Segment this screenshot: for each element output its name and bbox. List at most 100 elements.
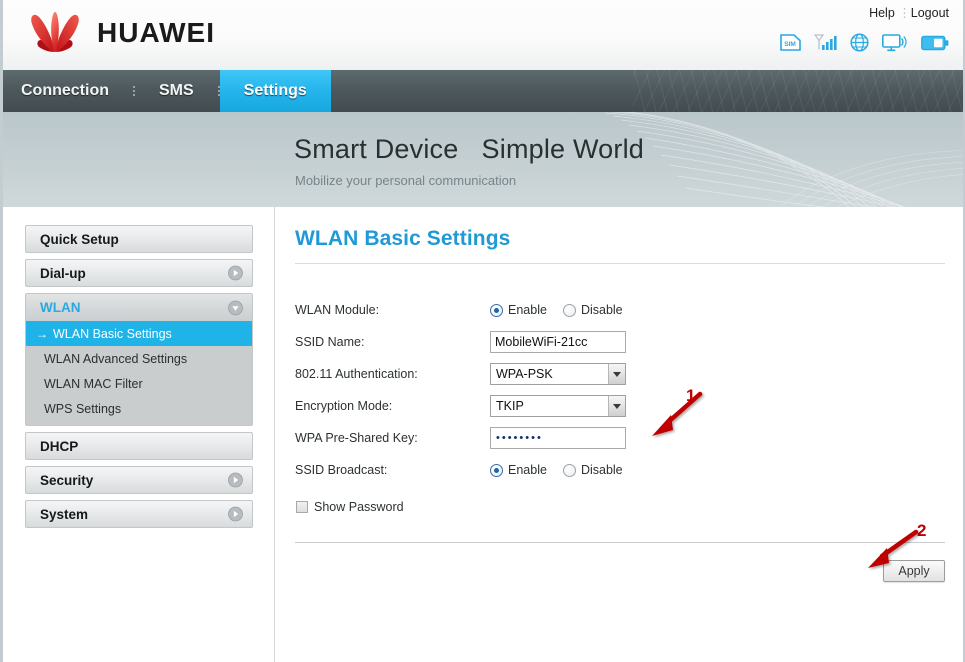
sidebar-item-wlan-mac-filter[interactable]: WLAN MAC Filter [26, 371, 252, 396]
huawei-router-admin-page: HUAWEI Help ⋮ Logout SIM Connection SMS … [0, 0, 965, 662]
sidebar-item-wlan-label: WLAN [40, 300, 81, 315]
wlan-module-enable-option[interactable]: Enable [490, 303, 547, 317]
main-navigation: Connection SMS Settings [3, 70, 963, 112]
wpa-key-label: WPA Pre-Shared Key: [295, 431, 418, 445]
nav-tab-connection[interactable]: Connection [3, 70, 133, 112]
ssid-name-input[interactable] [490, 331, 626, 353]
form-row-encryption-mode: Encryption Mode: TKIP [295, 390, 947, 422]
chevron-down-icon[interactable] [608, 396, 625, 416]
nav-tab-connection-label: Connection [21, 82, 109, 99]
sidebar-menu: Quick Setup Dial-up WLAN → WLAN Basic Se… [25, 225, 253, 534]
show-password-label: Show Password [314, 500, 404, 514]
ssid-name-label: SSID Name: [295, 335, 365, 349]
sidebar-content-divider [274, 207, 275, 662]
authentication-label: 802.11 Authentication: [295, 367, 418, 381]
encryption-mode-selected-value: TKIP [496, 399, 524, 413]
encryption-mode-label: Encryption Mode: [295, 399, 393, 413]
title-separator [295, 263, 945, 264]
sidebar-item-wlan[interactable]: WLAN [25, 293, 253, 321]
show-password-row[interactable]: Show Password [296, 500, 947, 514]
nav-tab-sms[interactable]: SMS [135, 70, 218, 112]
chevron-down-circle-icon [228, 300, 243, 315]
ssid-broadcast-enable-label: Enable [508, 463, 547, 477]
sidebar-item-dhcp[interactable]: DHCP [25, 432, 253, 460]
banner-title: Smart Device Simple World [294, 134, 644, 164]
ssid-broadcast-enable-option[interactable]: Enable [490, 463, 547, 477]
sim-card-icon: SIM [780, 34, 801, 51]
huawei-flower-logo-icon [31, 12, 79, 53]
ssid-broadcast-enable-radio[interactable] [490, 463, 503, 477]
wlan-module-disable-option[interactable]: Disable [562, 303, 623, 317]
form-actions: Apply [295, 560, 945, 582]
sidebar-item-system[interactable]: System [25, 500, 253, 528]
main-content: WLAN Basic Settings WLAN Module: Enable … [295, 227, 947, 582]
sidebar-item-wlan-basic-settings[interactable]: → WLAN Basic Settings [26, 321, 252, 346]
ssid-broadcast-disable-radio[interactable] [562, 463, 576, 477]
sidebar-item-wps-settings-label: WPS Settings [44, 401, 122, 416]
sidebar-item-wlan-basic-settings-label: WLAN Basic Settings [53, 326, 172, 341]
form-row-wpa-key: WPA Pre-Shared Key: •••••••• [295, 422, 947, 454]
logout-link[interactable]: Logout [911, 6, 949, 20]
sidebar-item-wlan-advanced-settings-label: WLAN Advanced Settings [44, 351, 188, 366]
wpa-pre-shared-key-field[interactable]: •••••••• [490, 427, 626, 449]
show-password-checkbox[interactable] [296, 501, 308, 513]
ssid-broadcast-radio-group: Enable Disable [490, 463, 623, 477]
authentication-select[interactable]: WPA-PSK [490, 363, 626, 385]
help-link[interactable]: Help [869, 6, 895, 20]
chevron-right-circle-icon [228, 506, 243, 522]
wlan-module-label: WLAN Module: [295, 303, 380, 317]
annotation-number-1: 1 [686, 386, 696, 405]
sidebar-item-wlan-advanced-settings[interactable]: WLAN Advanced Settings [26, 346, 252, 371]
sidebar-item-security-label: Security [40, 472, 94, 488]
wlan-module-disable-radio[interactable] [562, 303, 576, 317]
status-icon-bar: SIM [780, 33, 949, 52]
link-separator: ⋮ [898, 6, 911, 20]
apply-button[interactable]: Apply [883, 560, 945, 582]
wlan-module-enable-radio[interactable] [490, 303, 503, 317]
form-row-authentication: 802.11 Authentication: WPA-PSK [295, 358, 947, 390]
ssid-broadcast-disable-option[interactable]: Disable [562, 463, 623, 477]
wpa-key-masked-value: •••••••• [496, 431, 543, 444]
ssid-broadcast-disable-label: Disable [580, 463, 623, 477]
signal-bars-icon [814, 34, 837, 50]
header-links: Help ⋮ Logout [869, 5, 949, 20]
banner-subtitle: Mobilize your personal communication [295, 173, 517, 188]
sidebar-item-dial-up[interactable]: Dial-up [25, 259, 253, 287]
annotation-number-2: 2 [917, 521, 927, 540]
battery-icon [921, 35, 949, 50]
page-title: WLAN Basic Settings [295, 227, 511, 250]
page-body: Quick Setup Dial-up WLAN → WLAN Basic Se… [3, 207, 963, 662]
wlan-module-radio-group: Enable Disable [490, 303, 623, 317]
hero-banner: Smart Device Simple World Mobilize your … [3, 112, 963, 207]
chevron-down-icon[interactable] [608, 364, 625, 384]
encryption-mode-select[interactable]: TKIP [490, 395, 626, 417]
nav-tab-settings[interactable]: Settings [219, 70, 331, 112]
form-row-ssid-broadcast: SSID Broadcast: Enable Disable [295, 454, 947, 486]
form-row-ssid-name: SSID Name: [295, 326, 947, 358]
ssid-broadcast-label: SSID Broadcast: [295, 463, 388, 477]
form-bottom-separator [295, 542, 945, 543]
svg-text:SIM: SIM [784, 41, 796, 48]
nav-tab-sms-label: SMS [159, 82, 194, 99]
selected-arrow-icon: → [36, 326, 48, 341]
wifi-monitor-icon [882, 33, 907, 51]
wlan-module-enable-label: Enable [508, 303, 547, 317]
brand-logo: HUAWEI [25, 10, 215, 56]
sidebar-item-dhcp-label: DHCP [40, 438, 79, 454]
sidebar-item-wps-settings[interactable]: WPS Settings [26, 396, 252, 421]
nav-tab-settings-label: Settings [243, 82, 307, 99]
form-row-wlan-module: WLAN Module: Enable Disable [295, 294, 947, 326]
sidebar-item-security[interactable]: Security [25, 466, 253, 494]
wlan-module-disable-label: Disable [580, 303, 623, 317]
sidebar-item-quick-setup-label: Quick Setup [40, 231, 119, 247]
sidebar-item-system-label: System [40, 506, 89, 522]
globe-icon [850, 33, 869, 52]
brand-name: HUAWEI [97, 17, 215, 48]
sidebar-item-dial-up-label: Dial-up [40, 265, 86, 281]
chevron-right-circle-icon [228, 472, 243, 488]
sidebar-item-wlan-mac-filter-label: WLAN MAC Filter [44, 376, 143, 391]
chevron-right-circle-icon [228, 265, 243, 281]
wlan-submenu: → WLAN Basic Settings WLAN Advanced Sett… [25, 321, 253, 426]
page-header: HUAWEI Help ⋮ Logout SIM [3, 0, 963, 70]
sidebar-item-quick-setup[interactable]: Quick Setup [25, 225, 253, 253]
